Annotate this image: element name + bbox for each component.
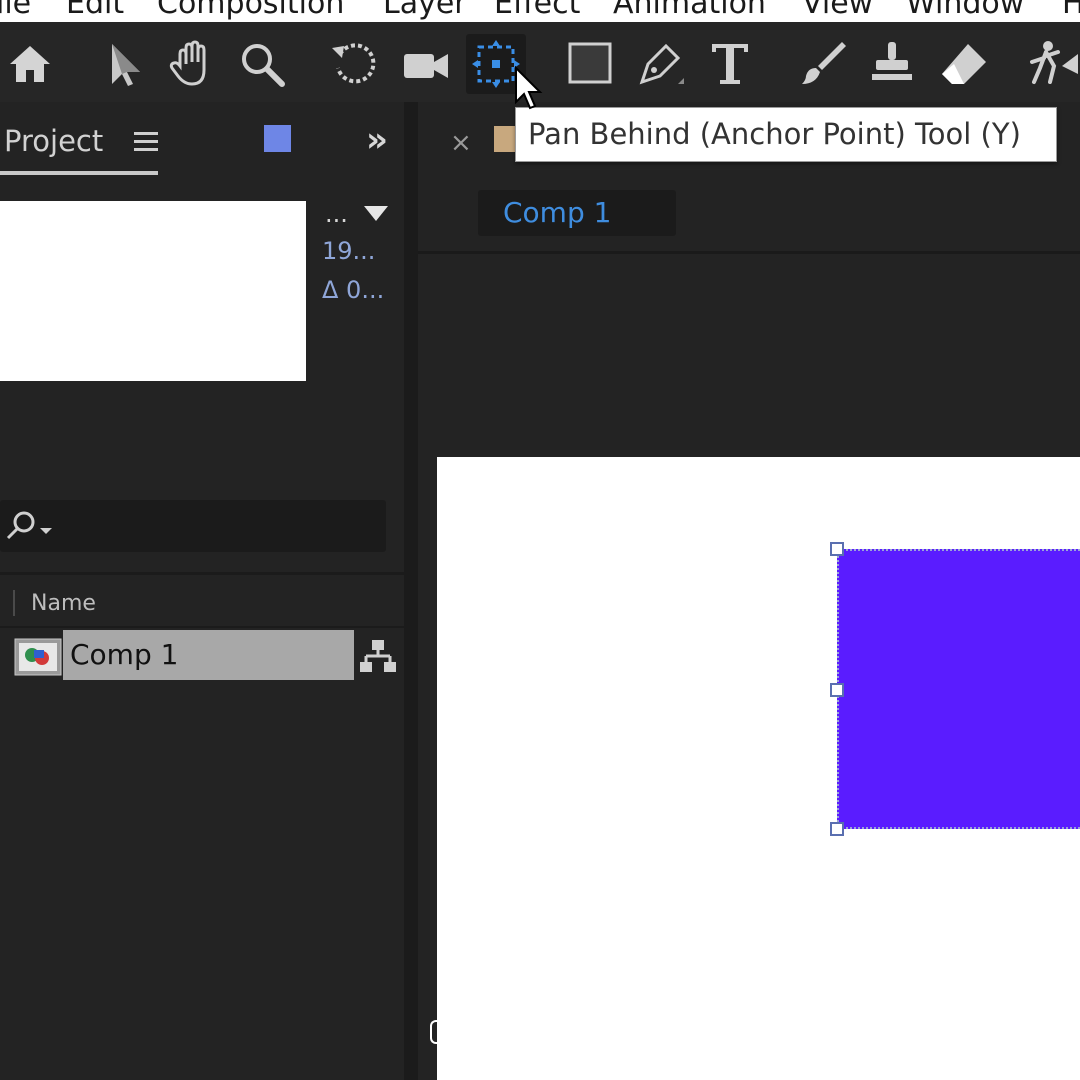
puppet-icon	[1030, 41, 1078, 84]
rotate-icon	[332, 43, 376, 84]
shape-layer-rectangle[interactable]	[837, 549, 1080, 829]
viewer-edge-glyph	[430, 1020, 440, 1044]
rectangle-icon	[568, 42, 612, 84]
info-dropdown-arrow-icon[interactable]	[364, 206, 388, 221]
menu-edit[interactable]: Edit	[66, 0, 124, 21]
tool-tooltip: Pan Behind (Anchor Point) Tool (Y)	[515, 107, 1057, 162]
panel-menu-icon[interactable]	[134, 130, 160, 154]
project-info-resolution: 19...	[322, 237, 376, 265]
menu-composition[interactable]: Composition	[157, 0, 344, 21]
hand-tool[interactable]	[162, 34, 222, 94]
brush-tool[interactable]	[792, 34, 852, 94]
menu-layer[interactable]: Layer	[383, 0, 467, 21]
rotation-tool[interactable]	[324, 34, 384, 94]
menu-file[interactable]: ile	[0, 0, 31, 21]
pen-tool[interactable]	[630, 34, 690, 94]
tab-comp-1-label[interactable]: Comp 1	[503, 196, 611, 229]
layer-handle-top-left[interactable]	[830, 542, 844, 556]
active-tab-underline	[0, 171, 158, 175]
pen-icon	[639, 43, 684, 85]
rectangle-tool[interactable]	[560, 34, 620, 94]
flowchart-icon[interactable]	[358, 636, 398, 676]
mouse-cursor-icon	[515, 66, 543, 110]
list-item-label[interactable]: Comp 1	[70, 638, 178, 671]
puppet-tool[interactable]	[1024, 34, 1080, 94]
camera-tool[interactable]	[396, 34, 456, 94]
column-divider[interactable]	[13, 590, 15, 616]
zoom-tool[interactable]	[232, 34, 292, 94]
composition-color-chip	[494, 126, 516, 152]
zoom-magnifier-icon	[242, 44, 285, 87]
eraser-tool[interactable]	[934, 34, 994, 94]
column-header-name[interactable]: Name	[31, 591, 96, 616]
clone-stamp-tool[interactable]	[862, 34, 922, 94]
search-icon	[6, 511, 52, 540]
type-tool[interactable]	[700, 34, 760, 94]
selection-arrow-icon	[112, 44, 140, 86]
hand-icon	[169, 40, 206, 86]
list-header-bottom-divider	[0, 626, 404, 628]
camera-icon	[404, 54, 448, 78]
list-header-top-divider	[0, 572, 404, 575]
project-panel-header: Project	[0, 102, 404, 178]
layer-handle-bottom-left[interactable]	[830, 822, 844, 836]
project-color-chip	[264, 125, 291, 152]
project-info-duration: Δ 0...	[322, 276, 385, 304]
menu-view[interactable]: View	[802, 0, 873, 21]
close-icon[interactable]: ×	[450, 128, 472, 158]
menu-help[interactable]: H	[1062, 0, 1080, 21]
menu-window[interactable]: Window	[906, 0, 1024, 21]
eraser-icon	[942, 44, 986, 84]
menu-animation[interactable]: Animation	[613, 0, 766, 21]
panel-separator[interactable]	[404, 102, 418, 1080]
panel-overflow-chevron-icon[interactable]: ››	[366, 120, 388, 160]
home-icon	[10, 46, 50, 82]
project-thumbnail	[0, 201, 306, 381]
menu-bar: ile Edit Composition Layer Effect Animat…	[0, 0, 1080, 22]
project-info-dots: ...	[325, 200, 348, 228]
brush-icon	[802, 42, 846, 84]
selection-tool[interactable]	[94, 34, 154, 94]
type-icon	[712, 44, 748, 84]
menu-effect[interactable]: Effect	[494, 0, 580, 21]
composition-item-icon	[14, 638, 62, 676]
layer-handle-middle-left[interactable]	[830, 683, 844, 697]
home-button[interactable]	[0, 34, 60, 94]
tooltip-text: Pan Behind (Anchor Point) Tool (Y)	[528, 117, 1021, 151]
clone-stamp-icon	[872, 42, 912, 80]
project-panel-title[interactable]: Project	[4, 124, 103, 158]
